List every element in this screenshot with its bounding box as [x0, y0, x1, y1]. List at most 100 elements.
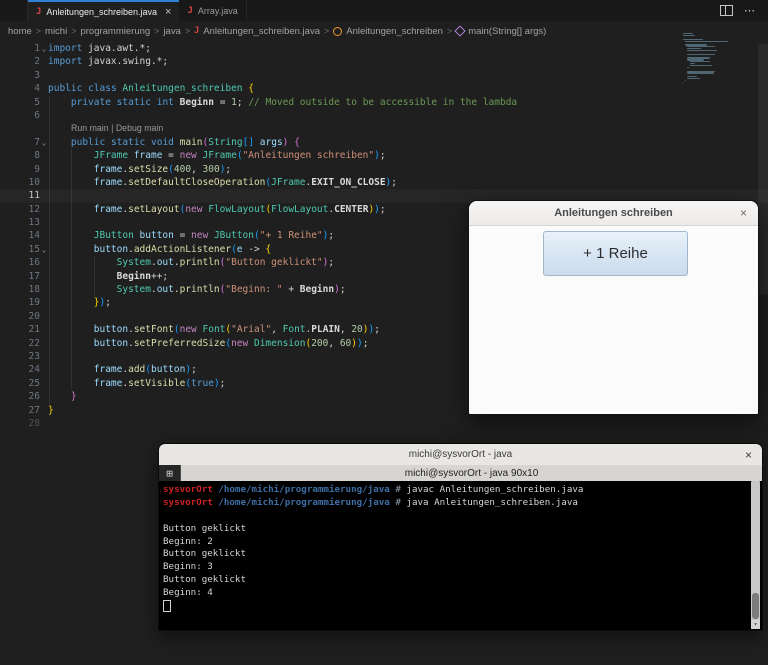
code-token: private — [71, 97, 111, 108]
minimap-line — [687, 72, 713, 73]
swing-title-bar[interactable]: Anleitungen schreiben × — [469, 201, 758, 226]
breadcrumb-item[interactable]: java — [163, 26, 180, 37]
code-token — [48, 164, 94, 175]
terminal-token: Beginn: 3 — [163, 561, 213, 572]
code-token: add — [128, 364, 145, 375]
breadcrumb-item[interactable]: michi — [45, 26, 67, 37]
tab-bar-spacer — [0, 0, 28, 21]
code-token: = — [162, 150, 179, 161]
symbol-class-icon — [333, 27, 342, 36]
terminal-line: sysvorOrt /home/michi/programmierung/jav… — [163, 497, 762, 510]
terminal-tab-strip: ⊞ michi@sysvorOrt - java 90x10 — [159, 465, 762, 481]
fold-gutter — [40, 149, 48, 162]
split-editor-icon[interactable] — [720, 5, 733, 16]
line-number: 16 — [0, 256, 40, 269]
minimap-line — [687, 78, 700, 79]
terminal-line: Beginn: 2 — [163, 536, 762, 549]
code-token: String — [208, 137, 242, 148]
line-number: 6 — [0, 109, 40, 122]
breadcrumb-separator: > — [71, 26, 76, 36]
line-number: 13 — [0, 216, 40, 229]
tab-array-java[interactable]: J Array.java — [179, 0, 246, 21]
close-icon[interactable]: × — [740, 206, 747, 220]
code-token: frame — [94, 164, 123, 175]
code-token — [48, 378, 94, 389]
terminal-token: Beginn: 4 — [163, 587, 213, 598]
code-token: new — [185, 204, 202, 215]
line-number: 12 — [0, 203, 40, 216]
line-number: 25 — [0, 377, 40, 390]
minimap-line — [685, 80, 686, 81]
line-number: 27 — [0, 404, 40, 417]
close-icon[interactable]: × — [745, 448, 752, 462]
line-number — [0, 122, 40, 135]
terminal-line: Button geklickt — [163, 523, 762, 536]
minimap-line — [690, 65, 712, 66]
code-token — [48, 177, 94, 188]
codelens-run-debug[interactable]: Run main | Debug main — [48, 122, 768, 135]
swing-window-title: Anleitungen schreiben — [554, 207, 673, 219]
more-actions-icon[interactable]: ⋯ — [744, 4, 756, 17]
code-token: JFrame — [203, 150, 237, 161]
code-token: FlowLayout — [271, 204, 328, 215]
line-number: 9 — [0, 163, 40, 176]
code-line: 6 — [0, 109, 768, 122]
line-number: 19 — [0, 296, 40, 309]
code-token: button — [94, 338, 128, 349]
tab-bar: J Anleitungen_schreiben.java × J Array.j… — [0, 0, 768, 21]
code-token: ; — [391, 177, 397, 188]
breadcrumb-item[interactable]: programmierung — [80, 26, 150, 37]
terminal-output[interactable]: sysvorOrt /home/michi/programmierung/jav… — [159, 481, 762, 631]
code-token: javax.swing.*; — [82, 56, 168, 67]
code-token: ; — [363, 338, 369, 349]
code-token: import — [48, 56, 82, 67]
editor-actions: ⋯ — [720, 0, 768, 21]
code-token: { — [248, 83, 254, 94]
terminal-line: Button geklickt — [163, 548, 762, 561]
code-text: frame.setDefaultCloseOperation(JFrame.EX… — [48, 176, 768, 189]
terminal-title-bar[interactable]: michi@sysvorOrt - java × — [159, 444, 762, 465]
terminal-scrollbar-thumb[interactable] — [752, 593, 759, 619]
close-icon[interactable]: × — [165, 6, 171, 18]
line-number: 14 — [0, 229, 40, 242]
tab-anleitungen-schreiben-java[interactable]: J Anleitungen_schreiben.java × — [28, 0, 179, 21]
breadcrumb-item[interactable]: home — [8, 26, 32, 37]
terminal-token: Button geklickt — [163, 574, 246, 585]
fold-chevron-icon[interactable]: ⌄ — [40, 243, 48, 256]
minimap[interactable] — [683, 33, 743, 86]
code-token: 300 — [203, 164, 220, 175]
terminal-scrollbar[interactable] — [751, 481, 760, 621]
line-number: 20 — [0, 310, 40, 323]
terminal-token: Button geklickt — [163, 523, 246, 534]
breadcrumb-item-class[interactable]: Anleitungen_schreiben — [346, 26, 443, 37]
terminal-tab[interactable]: michi@sysvorOrt - java 90x10 — [181, 465, 762, 481]
code-token: , — [191, 164, 202, 175]
code-token: java.awt.*; — [82, 43, 151, 54]
code-token: new — [180, 324, 197, 335]
code-token: 400 — [174, 164, 191, 175]
code-token: -> — [243, 244, 266, 255]
breadcrumb-item-file[interactable]: Anleitungen_schreiben.java — [203, 26, 320, 37]
fold-chevron-icon[interactable]: ⌄ — [40, 42, 48, 55]
scrollbar-down-arrow-icon[interactable]: ▾ — [751, 620, 760, 629]
editor-scrollbar[interactable] — [758, 44, 768, 294]
line-number: 24 — [0, 363, 40, 376]
code-token — [48, 204, 94, 215]
java-file-icon: J — [194, 26, 199, 36]
code-token: ; — [237, 97, 248, 108]
terminal-grid-icon[interactable]: ⊞ — [159, 465, 181, 481]
fold-chevron-icon[interactable]: ⌄ — [40, 136, 48, 149]
plus-one-reihe-button[interactable]: + 1 Reihe — [543, 231, 688, 276]
breadcrumb-item-method[interactable]: main(String[] args) — [468, 26, 546, 37]
line-number: 7 — [0, 136, 40, 149]
minimap-line — [683, 39, 703, 40]
code-line: 9 frame.setSize(400, 300); — [0, 163, 768, 176]
terminal-token: javac Anleitungen_schreiben.java — [406, 484, 583, 495]
code-token — [48, 391, 71, 402]
fold-gutter — [40, 350, 48, 363]
fold-gutter — [40, 163, 48, 176]
line-number: 3 — [0, 69, 40, 82]
symbol-method-icon — [455, 25, 466, 36]
code-token: } — [71, 391, 77, 402]
code-token: "Beginn: " — [225, 284, 282, 295]
